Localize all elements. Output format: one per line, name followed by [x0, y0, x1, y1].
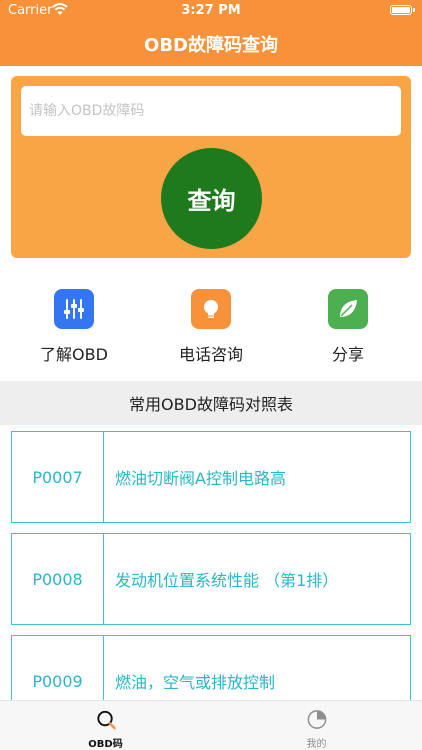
search-icon	[96, 710, 116, 730]
learn-obd-label: 了解OBD	[40, 345, 108, 364]
tab-obd-code[interactable]: OBD码	[0, 701, 211, 750]
share-label: 分享	[331, 345, 364, 364]
section-header: 常用OBD故障码对照表	[0, 381, 422, 425]
description-cell: 燃油切断阀A控制电路高	[115, 469, 286, 488]
code-row[interactable]: P0007 燃油切断阀A控制电路高	[11, 431, 411, 523]
battery-icon	[390, 5, 415, 15]
quick-actions: 了解OBD 电话咨询 分享	[0, 283, 422, 373]
phone-consult-label: 电话咨询	[178, 345, 243, 364]
sliders-icon	[54, 289, 94, 329]
code-row[interactable]: P0009 燃油，空气或排放控制	[11, 635, 411, 700]
pie-chart-icon	[307, 710, 326, 729]
description-cell: 发动机位置系统性能 （第1排）	[115, 571, 339, 590]
section-title: 常用OBD故障码对照表	[129, 395, 293, 414]
search-button[interactable]: 查询	[161, 148, 262, 249]
search-input[interactable]	[21, 86, 401, 136]
tab-bar: OBD码 我的	[0, 700, 422, 750]
lightbulb-icon	[191, 289, 231, 329]
tab-label: 我的	[306, 739, 327, 750]
description-cell: 燃油，空气或排放控制	[115, 673, 276, 692]
clock: 3:27 PM	[181, 3, 241, 18]
code-cell: P0008	[12, 534, 104, 624]
page-title: OBD故障码查询	[144, 35, 278, 56]
tab-mine[interactable]: 我的	[211, 701, 422, 750]
code-row[interactable]: P0008 发动机位置系统性能 （第1排）	[11, 533, 411, 625]
nav-bar: OBD故障码查询	[0, 22, 422, 66]
search-card: 查询	[11, 76, 411, 258]
code-cell: P0009	[12, 636, 104, 700]
tab-label: OBD码	[88, 739, 123, 750]
battery-level	[392, 7, 410, 13]
leaf-icon	[328, 289, 368, 329]
code-cell: P0007	[12, 432, 104, 522]
status-bar: Carrier 3:27 PM	[0, 0, 422, 22]
code-list[interactable]: P0007 燃油切断阀A控制电路高 P0008 发动机位置系统性能 （第1排） …	[0, 425, 422, 700]
